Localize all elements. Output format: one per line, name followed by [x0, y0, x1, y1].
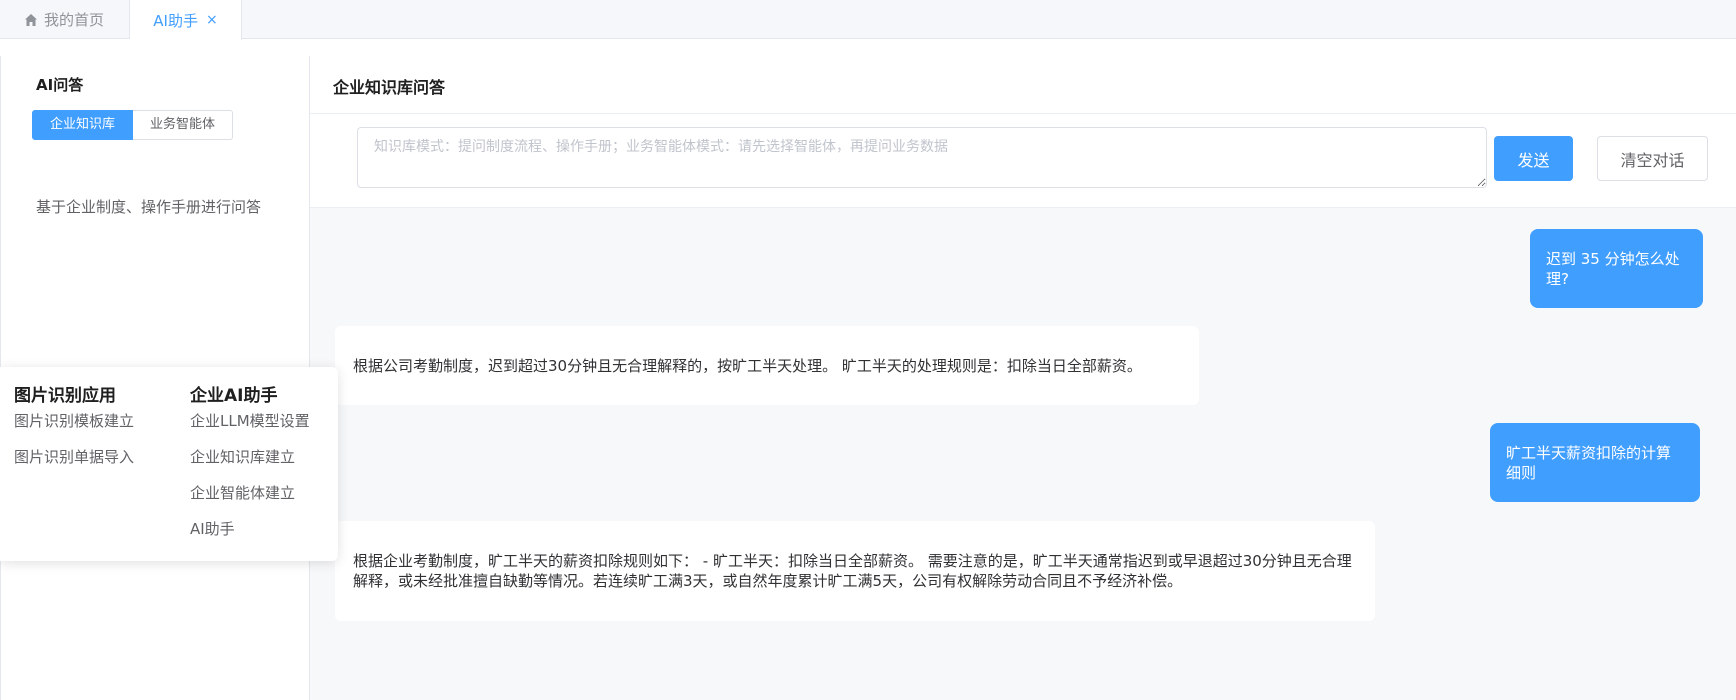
- tab-ai-assistant-label: AI助手: [153, 11, 198, 30]
- sidebar-title: AI问答: [36, 76, 84, 94]
- menu-group-enterprise-ai: 企业AI助手 企业LLM模型设置 企业知识库建立 企业智能体建立 AI助手: [190, 381, 310, 554]
- user-message: 迟到 35 分钟怎么处理?: [1530, 229, 1703, 308]
- mode-description: 基于企业制度、操作手册进行问答: [36, 198, 262, 216]
- menu-item[interactable]: 企业智能体建立: [190, 482, 310, 518]
- tab-bar: 我的首页 AI助手 ×: [0, 0, 1736, 40]
- menu-group-title: 企业AI助手: [190, 386, 278, 406]
- assistant-message: 根据企业考勤制度，旷工半天的薪资扣除规则如下： - 旷工半天：扣除当日全部薪资。…: [335, 521, 1375, 621]
- menu-item[interactable]: AI助手: [190, 518, 310, 554]
- menu-group-title: 图片识别应用: [14, 386, 116, 406]
- popup-menu: 图片识别应用 图片识别模板建立 图片识别单据导入 企业AI助手 企业LLM模型设…: [0, 367, 338, 561]
- menu-item[interactable]: 企业知识库建立: [190, 446, 310, 482]
- menu-item[interactable]: 图片识别模板建立: [14, 410, 134, 446]
- chat-header: 企业知识库问答: [310, 56, 1736, 114]
- mode-switch: 企业知识库 业务智能体: [32, 110, 234, 140]
- tab-home[interactable]: 我的首页: [0, 0, 130, 39]
- close-icon[interactable]: ×: [206, 12, 218, 28]
- input-bar: 发送 清空对话: [310, 114, 1736, 208]
- assistant-message: 根据公司考勤制度，迟到超过30分钟且无合理解释的，按旷工半天处理。 旷工半天的处…: [335, 326, 1199, 405]
- tab-ai-assistant[interactable]: AI助手 ×: [130, 0, 242, 40]
- clear-conversation-button[interactable]: 清空对话: [1597, 136, 1708, 181]
- home-icon: [25, 13, 37, 26]
- question-input[interactable]: [357, 127, 1487, 188]
- mode-business-agent-button[interactable]: 业务智能体: [133, 110, 234, 140]
- menu-item[interactable]: 企业LLM模型设置: [190, 410, 310, 446]
- user-message: 旷工半天薪资扣除的计算细则: [1490, 423, 1700, 502]
- chat-panel: 企业知识库问答 发送 清空对话 迟到 35 分钟怎么处理? 根据公司考勤制度，迟…: [310, 56, 1736, 700]
- menu-group-image-recognition: 图片识别应用 图片识别模板建立 图片识别单据导入: [14, 381, 134, 482]
- menu-item[interactable]: 图片识别单据导入: [14, 446, 134, 482]
- mode-knowledge-base-button[interactable]: 企业知识库: [32, 110, 134, 140]
- page-title: 企业知识库问答: [333, 78, 446, 97]
- tab-home-label: 我的首页: [44, 11, 105, 29]
- send-button[interactable]: 发送: [1494, 136, 1573, 181]
